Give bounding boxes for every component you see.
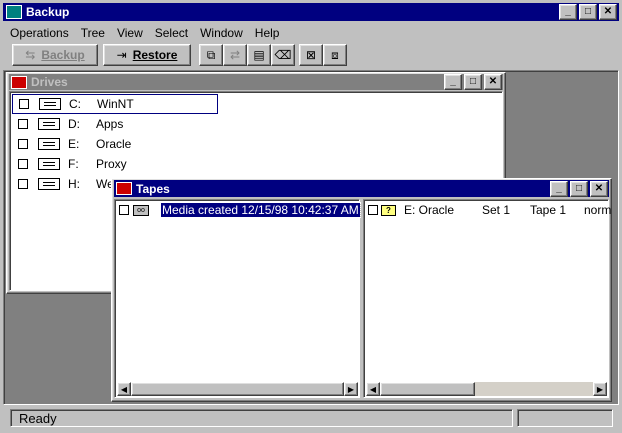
drive-checkbox[interactable] — [18, 139, 28, 149]
drive-letter: E: — [68, 137, 80, 151]
status-text: Ready — [19, 410, 57, 426]
drive-name: WinNT — [97, 97, 134, 111]
tapes-maximize-button[interactable]: □ — [570, 180, 588, 197]
maximize-button[interactable]: □ — [579, 4, 597, 20]
contents-drive: E: Oracle — [404, 203, 455, 217]
scroll-left-icon[interactable]: ◀ — [366, 382, 380, 396]
drive-letter: C: — [69, 97, 81, 111]
tapes-tree-hscrollbar[interactable]: ◀ ▶ — [117, 382, 358, 396]
list-item[interactable]: ? E: Oracle Set 1 Tape 1 norm — [368, 200, 611, 220]
eject-icon[interactable]: ▤ — [247, 44, 271, 66]
status-secondary-panel — [517, 409, 613, 427]
status-text-panel: Ready — [10, 409, 513, 427]
media-label: Media created 12/15/98 10:42:37 AM — [160, 202, 361, 218]
hard-drive-icon — [39, 98, 61, 110]
scroll-right-icon[interactable]: ▶ — [344, 382, 358, 396]
drive-checkbox[interactable] — [18, 159, 28, 169]
folder-icon: ? — [381, 204, 396, 216]
list-item[interactable]: E: Oracle — [12, 134, 131, 154]
menu-bar: Operations Tree View Select Window Help — [10, 24, 291, 42]
list-item[interactable]: oo Media created 12/15/98 10:42:37 AM — [119, 200, 361, 220]
drive-letter: F: — [68, 157, 79, 171]
drive-name: Proxy — [96, 157, 127, 171]
list-item[interactable]: F: Proxy — [12, 154, 127, 174]
tapes-contents-hscrollbar[interactable]: ◀ ▶ — [366, 382, 607, 396]
tapes-tree-pane: oo Media created 12/15/98 10:42:37 AM ◀ … — [114, 199, 361, 398]
close-button[interactable]: ✕ — [599, 4, 617, 20]
retension-icon[interactable]: ⇄ — [223, 44, 247, 66]
drive-letter: D: — [68, 117, 80, 131]
menu-tree[interactable]: Tree — [81, 26, 105, 40]
toolbar: ⇆ Backup ⇥ Restore ⧉ ⇄ ▤ ⌫ ⊠ ⧈ — [0, 42, 622, 70]
menu-view[interactable]: View — [117, 26, 143, 40]
catalog-icon[interactable]: ⊠ — [299, 44, 323, 66]
restore-icon: ⇥ — [116, 48, 127, 62]
scroll-right-icon[interactable]: ▶ — [593, 382, 607, 396]
drives-minimize-button[interactable]: _ — [444, 74, 462, 90]
drives-icon — [11, 75, 27, 89]
scroll-left-icon[interactable]: ◀ — [117, 382, 131, 396]
menu-window[interactable]: Window — [200, 26, 243, 40]
app-title-bar: Backup _ □ ✕ — [3, 3, 619, 21]
menu-operations[interactable]: Operations — [10, 26, 69, 40]
network-drive-icon — [38, 178, 60, 190]
tape-icon: oo — [133, 204, 149, 216]
tile-windows-icon[interactable]: ⧈ — [323, 44, 347, 66]
hard-drive-icon — [38, 118, 60, 130]
drives-title: Drives — [31, 75, 68, 89]
app-icon — [6, 5, 22, 19]
tapes-title-bar: Tapes _ □ ✕ — [114, 180, 609, 197]
tapes-icon — [116, 182, 132, 195]
contents-set: Set 1 — [482, 203, 511, 217]
drive-checkbox[interactable] — [19, 99, 29, 109]
contents-checkbox[interactable] — [368, 205, 378, 215]
restore-label: Restore — [132, 48, 178, 62]
cascade-windows-icon[interactable]: ⧉ — [199, 44, 223, 66]
tapes-window[interactable]: Tapes _ □ ✕ oo Media created 12/15/98 10… — [111, 178, 612, 402]
drive-name: Apps — [96, 117, 124, 131]
contents-tape: Tape 1 — [530, 203, 567, 217]
tapes-contents-pane: ? E: Oracle Set 1 Tape 1 norm ◀ ▶ — [363, 199, 611, 398]
hard-drive-icon — [38, 158, 60, 170]
list-item[interactable]: D: Apps — [12, 114, 123, 134]
menu-help[interactable]: Help — [255, 26, 280, 40]
backup-button[interactable]: ⇆ Backup — [12, 44, 98, 66]
hard-drive-icon — [38, 138, 60, 150]
backup-icon: ⇆ — [25, 48, 36, 62]
contents-type: norm — [584, 203, 612, 217]
drives-maximize-button[interactable]: □ — [464, 74, 482, 90]
erase-tape-icon[interactable]: ⌫ — [271, 44, 295, 66]
tapes-minimize-button[interactable]: _ — [550, 180, 568, 197]
drives-close-button[interactable]: ✕ — [484, 74, 502, 90]
scroll-thumb[interactable] — [380, 382, 475, 396]
minimize-button[interactable]: _ — [559, 4, 577, 20]
drives-title-bar: Drives _ □ ✕ — [9, 74, 503, 90]
scroll-thumb[interactable] — [131, 382, 344, 396]
tape-checkbox[interactable] — [119, 205, 129, 215]
status-bar: Ready — [3, 406, 619, 430]
backup-label: Backup — [41, 48, 85, 62]
app-title: Backup — [26, 5, 70, 19]
menu-select[interactable]: Select — [155, 26, 188, 40]
drive-letter: H: — [68, 177, 80, 191]
drive-checkbox[interactable] — [18, 119, 28, 129]
drive-name: Oracle — [96, 137, 132, 151]
tapes-title: Tapes — [136, 181, 170, 196]
restore-button[interactable]: ⇥ Restore — [103, 44, 191, 66]
tapes-close-button[interactable]: ✕ — [590, 180, 608, 197]
list-item[interactable]: C: WinNT — [12, 94, 218, 114]
list-item[interactable]: H: Wel — [12, 174, 116, 194]
drive-checkbox[interactable] — [18, 179, 28, 189]
